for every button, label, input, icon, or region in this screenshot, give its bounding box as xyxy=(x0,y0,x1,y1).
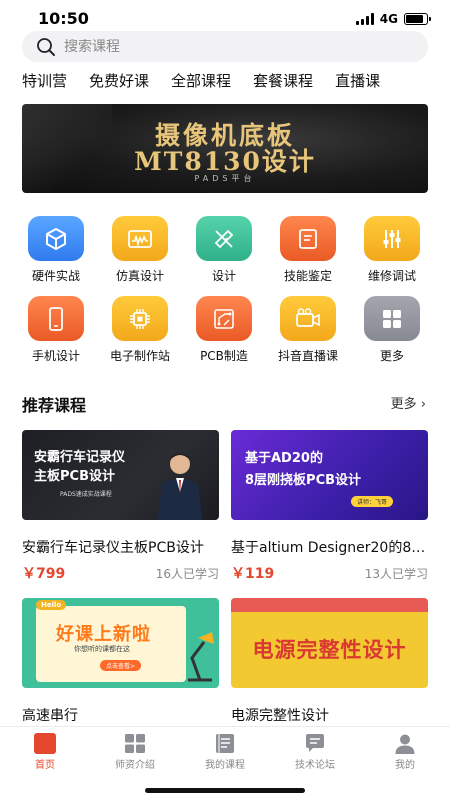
video-camera-icon xyxy=(280,296,336,341)
nav-profile[interactable]: 我的 xyxy=(360,727,450,774)
nav-label: 技术论坛 xyxy=(295,760,335,771)
feature-hardware[interactable]: 硬件实战 xyxy=(14,216,98,284)
course-card[interactable]: 安霸行车记录仪 主板PCB设计 PADS速成实战课程 安霸行车记录仪主板PCB设… xyxy=(22,430,219,583)
forum-chat-icon xyxy=(304,733,326,754)
nav-label: 我的 xyxy=(395,760,415,771)
course-price: ￥799 xyxy=(22,566,66,582)
signal-icon xyxy=(355,13,374,25)
feature-repair-debug[interactable]: 维修调试 xyxy=(350,216,434,284)
feature-design[interactable]: 设计 xyxy=(182,216,266,284)
tab-package-courses[interactable]: 套餐课程 xyxy=(253,70,313,96)
desk-lamp-icon xyxy=(188,632,214,682)
chip-icon xyxy=(112,296,168,341)
course-card[interactable]: 电源完整性设计 电源完整性设计 xyxy=(231,598,428,725)
battery-icon xyxy=(404,13,431,25)
course-card[interactable]: Hello 好课上新啦 你想听的课都在这 点击查看> 高速串行 xyxy=(22,598,219,725)
course-meta: ￥119 13人已学习 xyxy=(231,563,428,583)
thumbnail-window-bar xyxy=(231,598,428,612)
my-courses-icon xyxy=(214,733,236,754)
nav-label: 我的课程 xyxy=(205,760,245,771)
cube-icon xyxy=(28,216,84,261)
certificate-icon xyxy=(280,216,336,261)
course-title: 电源完整性设计 xyxy=(231,708,329,724)
feature-more[interactable]: 更多 xyxy=(350,296,434,364)
course-meta: ￥799 16人已学习 xyxy=(22,563,219,583)
learner-count: 16人已学习 xyxy=(155,567,219,581)
thumbnail-headline: 好课上新啦 xyxy=(56,624,151,645)
profile-icon xyxy=(394,733,416,754)
phone-icon xyxy=(28,296,84,341)
feature-label: 更多 xyxy=(379,349,404,363)
home-book-icon xyxy=(34,733,56,754)
search-input[interactable] xyxy=(64,38,364,55)
feature-pcb-manufacture[interactable]: PCB制造 xyxy=(182,296,266,364)
learner-count: 13人已学习 xyxy=(364,567,428,581)
feature-electronics-station[interactable]: 电子制作站 xyxy=(98,296,182,364)
chevron-right-icon: › xyxy=(416,397,426,412)
thumbnail-text: 安霸行车记录仪 主板PCB设计 xyxy=(34,450,126,484)
course-thumbnail: 基于AD20的 8层刚挠板PCB设计 讲师：飞哥 xyxy=(231,430,428,520)
status-indicators: 4G xyxy=(355,12,431,26)
category-tabs: 特训营 免费好课 全部课程 套餐课程 直播课 xyxy=(0,70,450,96)
feature-label: 仿真设计 xyxy=(115,269,164,283)
nav-label: 师资介绍 xyxy=(115,760,155,771)
feature-label: 设计 xyxy=(211,269,236,283)
section-title: 推荐课程 xyxy=(22,396,87,415)
thumbnail-hello-badge: Hello xyxy=(36,600,67,610)
feature-label: 电子制作站 xyxy=(109,349,170,363)
sliders-icon xyxy=(364,216,420,261)
feature-label: 抖音直播课 xyxy=(277,349,338,363)
status-time: 10:50 xyxy=(38,9,89,28)
course-title: 基于altium Designer20的8层刚挠板PCB设计 xyxy=(231,540,428,556)
instructor-photo xyxy=(158,453,202,520)
bottom-nav: 首页 师资介绍 我的课程 技术论坛 我的 xyxy=(0,726,450,774)
course-price: ￥119 xyxy=(231,566,275,582)
tab-live-courses[interactable]: 直播课 xyxy=(335,70,380,96)
course-thumbnail: 电源完整性设计 xyxy=(231,598,428,688)
thumbnail-cta: 点击查看> xyxy=(100,660,142,671)
tab-free-courses[interactable]: 免费好课 xyxy=(89,70,149,96)
home-indicator[interactable] xyxy=(145,788,305,793)
feature-skill-cert[interactable]: 技能鉴定 xyxy=(266,216,350,284)
nav-home[interactable]: 首页 xyxy=(0,727,90,774)
feature-label: 手机设计 xyxy=(31,349,80,363)
course-title: 安霸行车记录仪主板PCB设计 xyxy=(22,540,204,556)
ruler-pencil-icon xyxy=(196,216,252,261)
more-link[interactable]: 更多 › xyxy=(391,393,426,412)
nav-teachers[interactable]: 师资介绍 xyxy=(90,727,180,774)
grid-icon xyxy=(364,296,420,341)
search-icon xyxy=(36,37,56,57)
course-card[interactable]: 基于AD20的 8层刚挠板PCB设计 讲师：飞哥 基于altium Design… xyxy=(231,430,428,583)
feature-label: 技能鉴定 xyxy=(283,269,332,283)
thumbnail-headline: 电源完整性设计 xyxy=(252,638,407,662)
feature-label: 硬件实战 xyxy=(31,269,80,283)
banner-subtitle: PADS平台 xyxy=(194,174,256,183)
thumbnail-instructor-tag: 讲师：飞哥 xyxy=(351,496,394,507)
pcb-icon xyxy=(196,296,252,341)
thumbnail-text: 基于AD20的 8层刚挠板PCB设计 xyxy=(245,451,362,488)
tab-all-courses[interactable]: 全部课程 xyxy=(171,70,231,96)
tab-training-camp[interactable]: 特训营 xyxy=(22,70,67,96)
course-thumbnail: Hello 好课上新啦 你想听的课都在这 点击查看> xyxy=(22,598,219,688)
waveform-icon xyxy=(112,216,168,261)
search-bar[interactable] xyxy=(22,31,428,62)
feature-label: PCB制造 xyxy=(200,349,248,363)
course-title: 高速串行 xyxy=(22,708,78,724)
network-type: 4G xyxy=(379,12,398,26)
teachers-grid-icon xyxy=(124,733,146,754)
feature-simulation[interactable]: 仿真设计 xyxy=(98,216,182,284)
course-thumbnail: 安霸行车记录仪 主板PCB设计 PADS速成实战课程 xyxy=(22,430,219,520)
feature-phone-design[interactable]: 手机设计 xyxy=(14,296,98,364)
thumbnail-subtitle: 你想听的课都在这 xyxy=(74,645,130,653)
more-label: 更多 xyxy=(390,397,417,412)
feature-douyin-live[interactable]: 抖音直播课 xyxy=(266,296,350,364)
nav-forum[interactable]: 技术论坛 xyxy=(270,727,360,774)
feature-label: 维修调试 xyxy=(367,269,416,283)
thumbnail-subtitle: PADS速成实战课程 xyxy=(60,491,112,498)
promo-banner[interactable]: 摄像机底板 MT8130设计 PADS平台 xyxy=(22,104,428,193)
nav-my-courses[interactable]: 我的课程 xyxy=(180,727,270,774)
nav-label: 首页 xyxy=(35,760,55,771)
